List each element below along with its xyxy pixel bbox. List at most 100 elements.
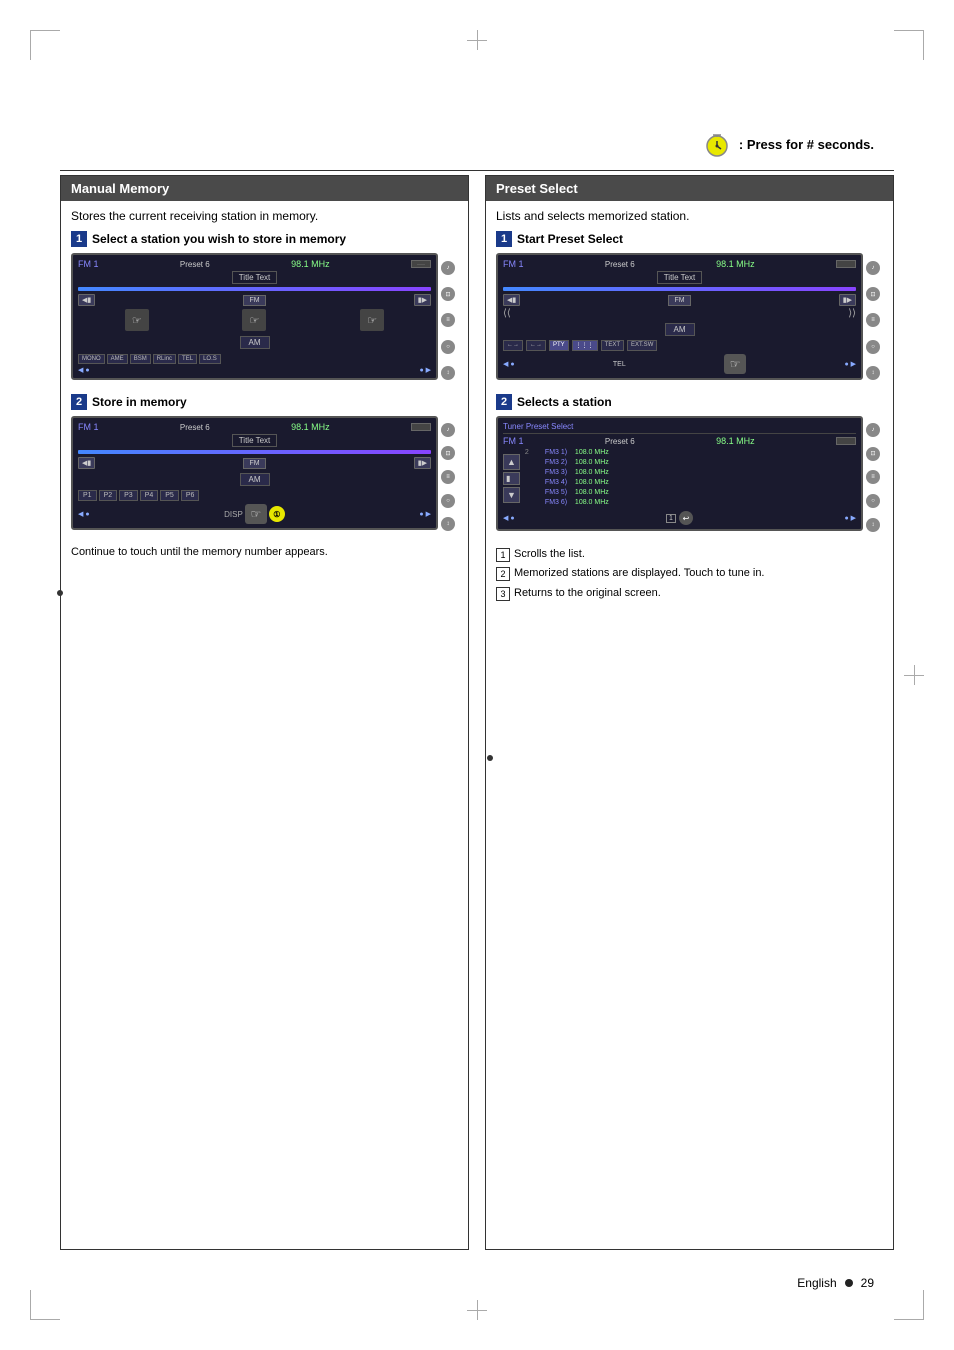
step1-text: Select a station you wish to store in me…	[92, 232, 346, 246]
tuner1-fm-btn[interactable]: FM	[243, 295, 265, 306]
scroll-down-btn[interactable]: ▼	[503, 487, 520, 503]
tuner1-side-icons: ♪ ⊡ ≡ ○ ↕	[438, 253, 458, 388]
continue-text: Continue to touch until the memory numbe…	[71, 544, 458, 561]
footer-page-num: 29	[861, 1276, 874, 1290]
tuner2-arrow-right: ● ▶	[419, 510, 431, 518]
right-step1-badge: 1	[496, 231, 512, 247]
crosshair-right	[904, 665, 924, 685]
side-icon2-music: ♪	[441, 423, 455, 437]
side-icon-source: ⊡	[441, 287, 455, 301]
step2-label: 2 Store in memory	[71, 394, 458, 410]
press-instruction: : Press for # seconds.	[739, 137, 874, 152]
footer-lang: English	[797, 1276, 836, 1290]
gesture-icon-3: ☞	[360, 309, 384, 331]
right-finger-1: ☞	[724, 354, 746, 374]
seek-right[interactable]: ⟩⟩	[848, 308, 856, 319]
step2-text: Store in memory	[92, 395, 187, 409]
right-step2-badge: 2	[496, 394, 512, 410]
preset-row-3[interactable]: FM3 3) 108.0 MHz	[523, 468, 856, 477]
corner-mark-bl	[30, 1290, 60, 1320]
tuner1-ctrl-right[interactable]: ▮▶	[414, 294, 431, 306]
preset-row-2[interactable]: FM3 2) 108.0 MHz	[523, 458, 856, 467]
tuner-screen-1: FM 1 Preset 6 98.1 MHz ···· Title Text	[71, 253, 438, 380]
right-step2-label: 2 Selects a station	[496, 394, 883, 410]
tuner2-arrow-left: ◀ ●	[78, 510, 90, 518]
mode-btns-1: MONO AME BSM RLinc TEL LO.S	[78, 354, 221, 364]
bullet-2	[487, 755, 493, 761]
side-icon2-circle: ○	[441, 494, 455, 508]
side-icon-arrow: ↕	[441, 366, 455, 380]
annotation-3: 3 Returns to the original screen.	[496, 586, 883, 601]
right-tuner-screen-1: FM 1 Preset 6 98.1 MHz Title Text ◀▮ FM	[496, 253, 863, 380]
left-panel: Manual Memory Stores the current receivi…	[60, 175, 469, 1250]
main-content: Manual Memory Stores the current receivi…	[60, 175, 894, 1250]
preset-row-1[interactable]: 2 FM3 1) 108.0 MHz	[523, 448, 856, 457]
corner-mark-tr	[894, 30, 924, 60]
list-indicator: 1	[666, 514, 676, 523]
timer-icon	[703, 130, 731, 158]
tuner1-preset: Preset 6	[180, 260, 210, 269]
corner-mark-tl	[30, 30, 60, 60]
right-tuner-wrapper-2: Tuner Preset Select FM 1 Preset 6 98.1 M…	[496, 416, 883, 539]
left-panel-body: Stores the current receiving station in …	[61, 201, 468, 569]
tuner2-signal	[78, 450, 431, 454]
crosshair-top	[467, 30, 487, 50]
crosshair-bottom	[467, 1300, 487, 1320]
preset-list-container: 2 FM3 1) 108.0 MHz FM3 2) 108.0 MHz	[523, 448, 856, 508]
step2-badge: 2	[71, 394, 87, 410]
left-panel-title: Manual Memory	[71, 181, 169, 196]
tuner1-ctrl-left[interactable]: ◀▮	[78, 294, 95, 306]
preset-row-4[interactable]: FM3 4) 108.0 MHz	[523, 478, 856, 487]
gesture-row-1: ☞ ☞ ☞	[78, 309, 431, 331]
right-panel-header: Preset Select	[486, 176, 893, 201]
left-panel-header: Manual Memory	[61, 176, 468, 201]
tuner2-am-btn[interactable]: AM	[240, 473, 270, 486]
right-tuner2-side-icons: ♪ ⊡ ≡ ○ ↕	[863, 416, 883, 539]
preset-row-5[interactable]: FM3 5) 108.0 MHz	[523, 488, 856, 497]
step1-badge: 1	[71, 231, 87, 247]
right-panel-title: Preset Select	[496, 181, 578, 196]
tuner2-freq: 98.1 MHz	[291, 422, 330, 432]
tuner-wrapper-1: FM 1 Preset 6 98.1 MHz ···· Title Text	[71, 253, 458, 388]
tuner1-arrow-right: ● ▶	[419, 366, 431, 374]
corner-mark-br	[894, 1290, 924, 1320]
tuner2-side-icons: ♪ ⊡ ≡ ○ ↕	[438, 416, 458, 538]
side-icon-music: ♪	[441, 261, 455, 275]
right-tuner-wrapper-1: FM 1 Preset 6 98.1 MHz Title Text ◀▮ FM	[496, 253, 883, 388]
side-icon-menu: ≡	[441, 313, 455, 327]
tuner-screen-2: FM 1 Preset 6 98.1 MHz Title Text ◀▮ FM	[71, 416, 438, 530]
annotation-1: 1 Scrolls the list.	[496, 547, 883, 562]
horizontal-divider	[60, 170, 894, 171]
right-panel-subtitle: Lists and selects memorized station.	[496, 209, 883, 223]
page-footer: English 29	[797, 1276, 874, 1290]
annotations-area: 1 Scrolls the list. 2 Memorized stations…	[496, 547, 883, 601]
tuner2-preset: Preset 6	[180, 423, 210, 432]
side-icon2-menu: ≡	[441, 470, 455, 484]
tuner2-ctrl-left[interactable]: ◀▮	[78, 457, 95, 469]
tuner2-title: Title Text	[232, 434, 278, 447]
gesture-icon-2: ☞	[242, 309, 266, 331]
scroll-indicator: ▮	[503, 472, 520, 485]
right-panel: Preset Select Lists and selects memorize…	[485, 175, 894, 1250]
right-step2-text: Selects a station	[517, 395, 612, 409]
preset-btns: P1 P2 P3 P4 P5 P6	[78, 490, 431, 501]
right-tuner1-am-btn[interactable]: AM	[665, 323, 695, 336]
right-step1-text: Start Preset Select	[517, 232, 623, 246]
tuner-wrapper-2: FM 1 Preset 6 98.1 MHz Title Text ◀▮ FM	[71, 416, 458, 538]
preset-row-6[interactable]: FM3 6) 108.0 MHz	[523, 498, 856, 507]
return-btn[interactable]: ↩	[679, 511, 693, 525]
tuner1-am-btn[interactable]: AM	[240, 336, 270, 349]
scroll-up-btn[interactable]: ▲	[503, 454, 520, 470]
tuner2-fm: FM 1	[78, 422, 99, 432]
step1-label: 1 Select a station you wish to store in …	[71, 231, 458, 247]
preset-select-screen: Tuner Preset Select FM 1 Preset 6 98.1 M…	[496, 416, 863, 531]
tuner2-fm-btn[interactable]: FM	[243, 458, 265, 469]
tuner1-arrow-left: ◀ ●	[78, 366, 90, 374]
tuner1-freq: 98.1 MHz	[291, 259, 330, 269]
tuner1-title: Title Text	[232, 271, 278, 284]
seek-left[interactable]: ⟨⟨	[503, 308, 511, 319]
right-tuner1-side-icons: ♪ ⊡ ≡ ○ ↕	[863, 253, 883, 388]
tuner1-fm: FM 1	[78, 259, 99, 269]
right-panel-body: Lists and selects memorized station. 1 S…	[486, 201, 893, 613]
tuner2-ctrl-right[interactable]: ▮▶	[414, 457, 431, 469]
